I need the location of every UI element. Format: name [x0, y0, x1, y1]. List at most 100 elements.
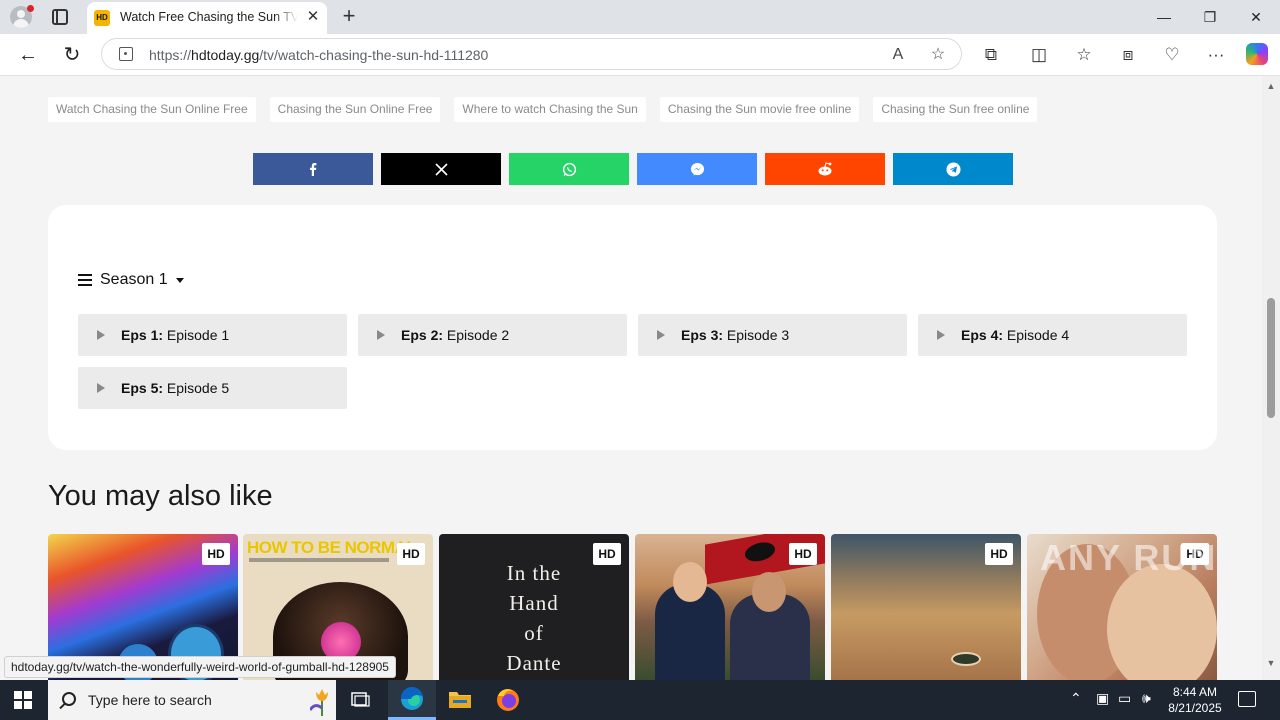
keyword-tag[interactable]: Watch Chasing the Sun Online Free	[48, 97, 256, 122]
profile-notification-dot	[27, 5, 34, 12]
volume-icon[interactable]: 🕪	[1142, 690, 1151, 707]
tray-overflow-icon[interactable]: ⌃	[1070, 690, 1082, 707]
play-icon	[937, 330, 945, 340]
share-x-button[interactable]	[381, 153, 501, 185]
collections-icon[interactable]: ⧈	[1116, 43, 1140, 67]
edge-taskbar-icon[interactable]	[388, 680, 436, 720]
scrollbar-thumb[interactable]	[1267, 298, 1275, 418]
reddit-icon	[818, 162, 832, 176]
copilot-icon[interactable]	[1246, 43, 1268, 65]
play-icon	[377, 330, 385, 340]
share-facebook-button[interactable]	[253, 153, 373, 185]
episode-title: Episode 2	[446, 327, 510, 343]
site-info-icon[interactable]	[119, 47, 133, 61]
file-explorer-icon[interactable]	[436, 680, 484, 720]
browser-toolbar: ← ↻ https://hdtoday.gg/tv/watch-chasing-…	[0, 34, 1280, 76]
episode-item[interactable]: Eps 4: Episode 4	[918, 314, 1187, 356]
url-text[interactable]: https://hdtoday.gg/tv/watch-chasing-the-…	[149, 47, 488, 63]
restore-button[interactable]: ❐	[1198, 5, 1222, 29]
task-view-icon[interactable]	[336, 680, 384, 720]
windows-taskbar: Type here to search ⌃ ▣ ▭ 🕪 8:44 AM 8/21…	[0, 680, 1280, 720]
play-icon	[97, 383, 105, 393]
poster-card[interactable]: HD	[635, 534, 825, 680]
episode-item[interactable]: Eps 3: Episode 3	[638, 314, 907, 356]
favorite-star-icon[interactable]: ☆	[928, 45, 948, 65]
share-reddit-button[interactable]	[765, 153, 885, 185]
status-bar-url: hdtoday.gg/tv/watch-the-wonderfully-weir…	[4, 656, 396, 678]
caret-down-icon	[175, 277, 184, 283]
clock-date: 8/21/2025	[1168, 701, 1222, 715]
address-bar[interactable]: https://hdtoday.gg/tv/watch-chasing-the-…	[101, 38, 962, 70]
split-screen-icon[interactable]: ◫	[1027, 43, 1051, 67]
settings-more-icon[interactable]: ···	[1204, 43, 1228, 67]
poster-title: In the Hand of Dante	[506, 561, 562, 675]
hd-badge: HD	[985, 543, 1013, 565]
tab-active[interactable]: HD Watch Free Chasing the Sun TV Shows O…	[87, 2, 327, 34]
share-whatsapp-button[interactable]	[509, 153, 629, 185]
hd-badge: HD	[789, 543, 817, 565]
tab-title: Watch Free Chasing the Sun TV Shows Onli…	[120, 10, 298, 24]
page-content: Watch Chasing the Sun Online Free Chasin…	[0, 76, 1262, 680]
taskbar-clock[interactable]: 8:44 AM 8/21/2025	[1160, 684, 1230, 716]
tab-close-icon[interactable]: ✕	[305, 9, 321, 25]
episode-title: Episode 5	[166, 380, 230, 396]
search-placeholder: Type here to search	[88, 692, 212, 708]
telegram-icon	[945, 161, 961, 177]
notification-center-icon[interactable]	[1238, 691, 1256, 707]
window-close-button[interactable]: ✕	[1244, 5, 1268, 29]
episode-item[interactable]: Eps 1: Episode 1	[78, 314, 347, 356]
poster-title: HOW TO BE NORMAL	[247, 538, 417, 557]
back-icon[interactable]: ←	[16, 43, 40, 67]
search-icon	[62, 692, 76, 706]
episode-title: Episode 3	[726, 327, 790, 343]
anyrun-watermark: ANY RUN	[1040, 537, 1218, 578]
poster-card[interactable]: In the Hand of Dante HD	[439, 534, 629, 680]
episode-item[interactable]: Eps 2: Episode 2	[358, 314, 627, 356]
play-icon	[97, 330, 105, 340]
episode-number: Eps 2:	[401, 327, 444, 343]
episode-item[interactable]: Eps 5: Episode 5	[78, 367, 347, 409]
page-scrollbar[interactable]: ▲ ▼	[1262, 76, 1280, 680]
tab-actions-icon[interactable]	[52, 9, 68, 25]
hd-badge: HD	[397, 543, 425, 565]
share-messenger-button[interactable]	[637, 153, 757, 185]
windows-start-icon[interactable]	[14, 691, 32, 709]
meet-now-icon[interactable]: ▣	[1096, 690, 1109, 707]
keyword-tags: Watch Chasing the Sun Online Free Chasin…	[48, 97, 1038, 123]
network-icon[interactable]: ▭	[1118, 690, 1131, 707]
messenger-icon	[690, 162, 704, 176]
keyword-tag[interactable]: Chasing the Sun movie free online	[659, 97, 860, 122]
clock-time: 8:44 AM	[1172, 685, 1218, 699]
share-telegram-button[interactable]	[893, 153, 1013, 185]
episode-title: Episode 1	[166, 327, 230, 343]
scroll-down-icon[interactable]: ▼	[1266, 658, 1276, 668]
episode-number: Eps 5:	[121, 380, 164, 396]
hd-badge: HD	[202, 543, 230, 565]
minimize-button[interactable]: —	[1152, 5, 1176, 29]
episode-number: Eps 4:	[961, 327, 1004, 343]
x-icon	[434, 162, 448, 176]
new-tab-button[interactable]: +	[338, 5, 360, 27]
facebook-icon	[310, 162, 317, 176]
whatsapp-icon	[562, 162, 576, 176]
you-may-also-like-heading: You may also like	[48, 480, 273, 512]
keyword-tag[interactable]: Chasing the Sun free online	[873, 97, 1038, 122]
episode-number: Eps 3:	[681, 327, 724, 343]
browser-essentials-icon[interactable]: ♡	[1160, 43, 1184, 67]
refresh-icon[interactable]: ↻	[60, 43, 84, 67]
keyword-tag[interactable]: Chasing the Sun Online Free	[269, 97, 441, 122]
favorites-icon[interactable]: ☆	[1072, 43, 1096, 67]
episode-number: Eps 1:	[121, 327, 164, 343]
episode-title: Episode 4	[1006, 327, 1070, 343]
season-dropdown[interactable]: Season 1	[78, 269, 184, 291]
hd-badge: HD	[593, 543, 621, 565]
read-aloud-icon[interactable]: A	[888, 45, 908, 65]
keyword-tag[interactable]: Where to watch Chasing the Sun	[454, 97, 646, 122]
firefox-icon[interactable]	[484, 680, 532, 720]
episodes-panel: Season 1 Eps 1: Episode 1 Eps 2: Episode…	[48, 205, 1217, 450]
season-label: Season 1	[100, 271, 168, 288]
taskbar-search-box[interactable]: Type here to search	[48, 680, 336, 720]
poster-card[interactable]: HD	[831, 534, 1021, 680]
scroll-up-icon[interactable]: ▲	[1266, 81, 1276, 91]
extensions-icon[interactable]: ⧉	[979, 43, 1003, 67]
